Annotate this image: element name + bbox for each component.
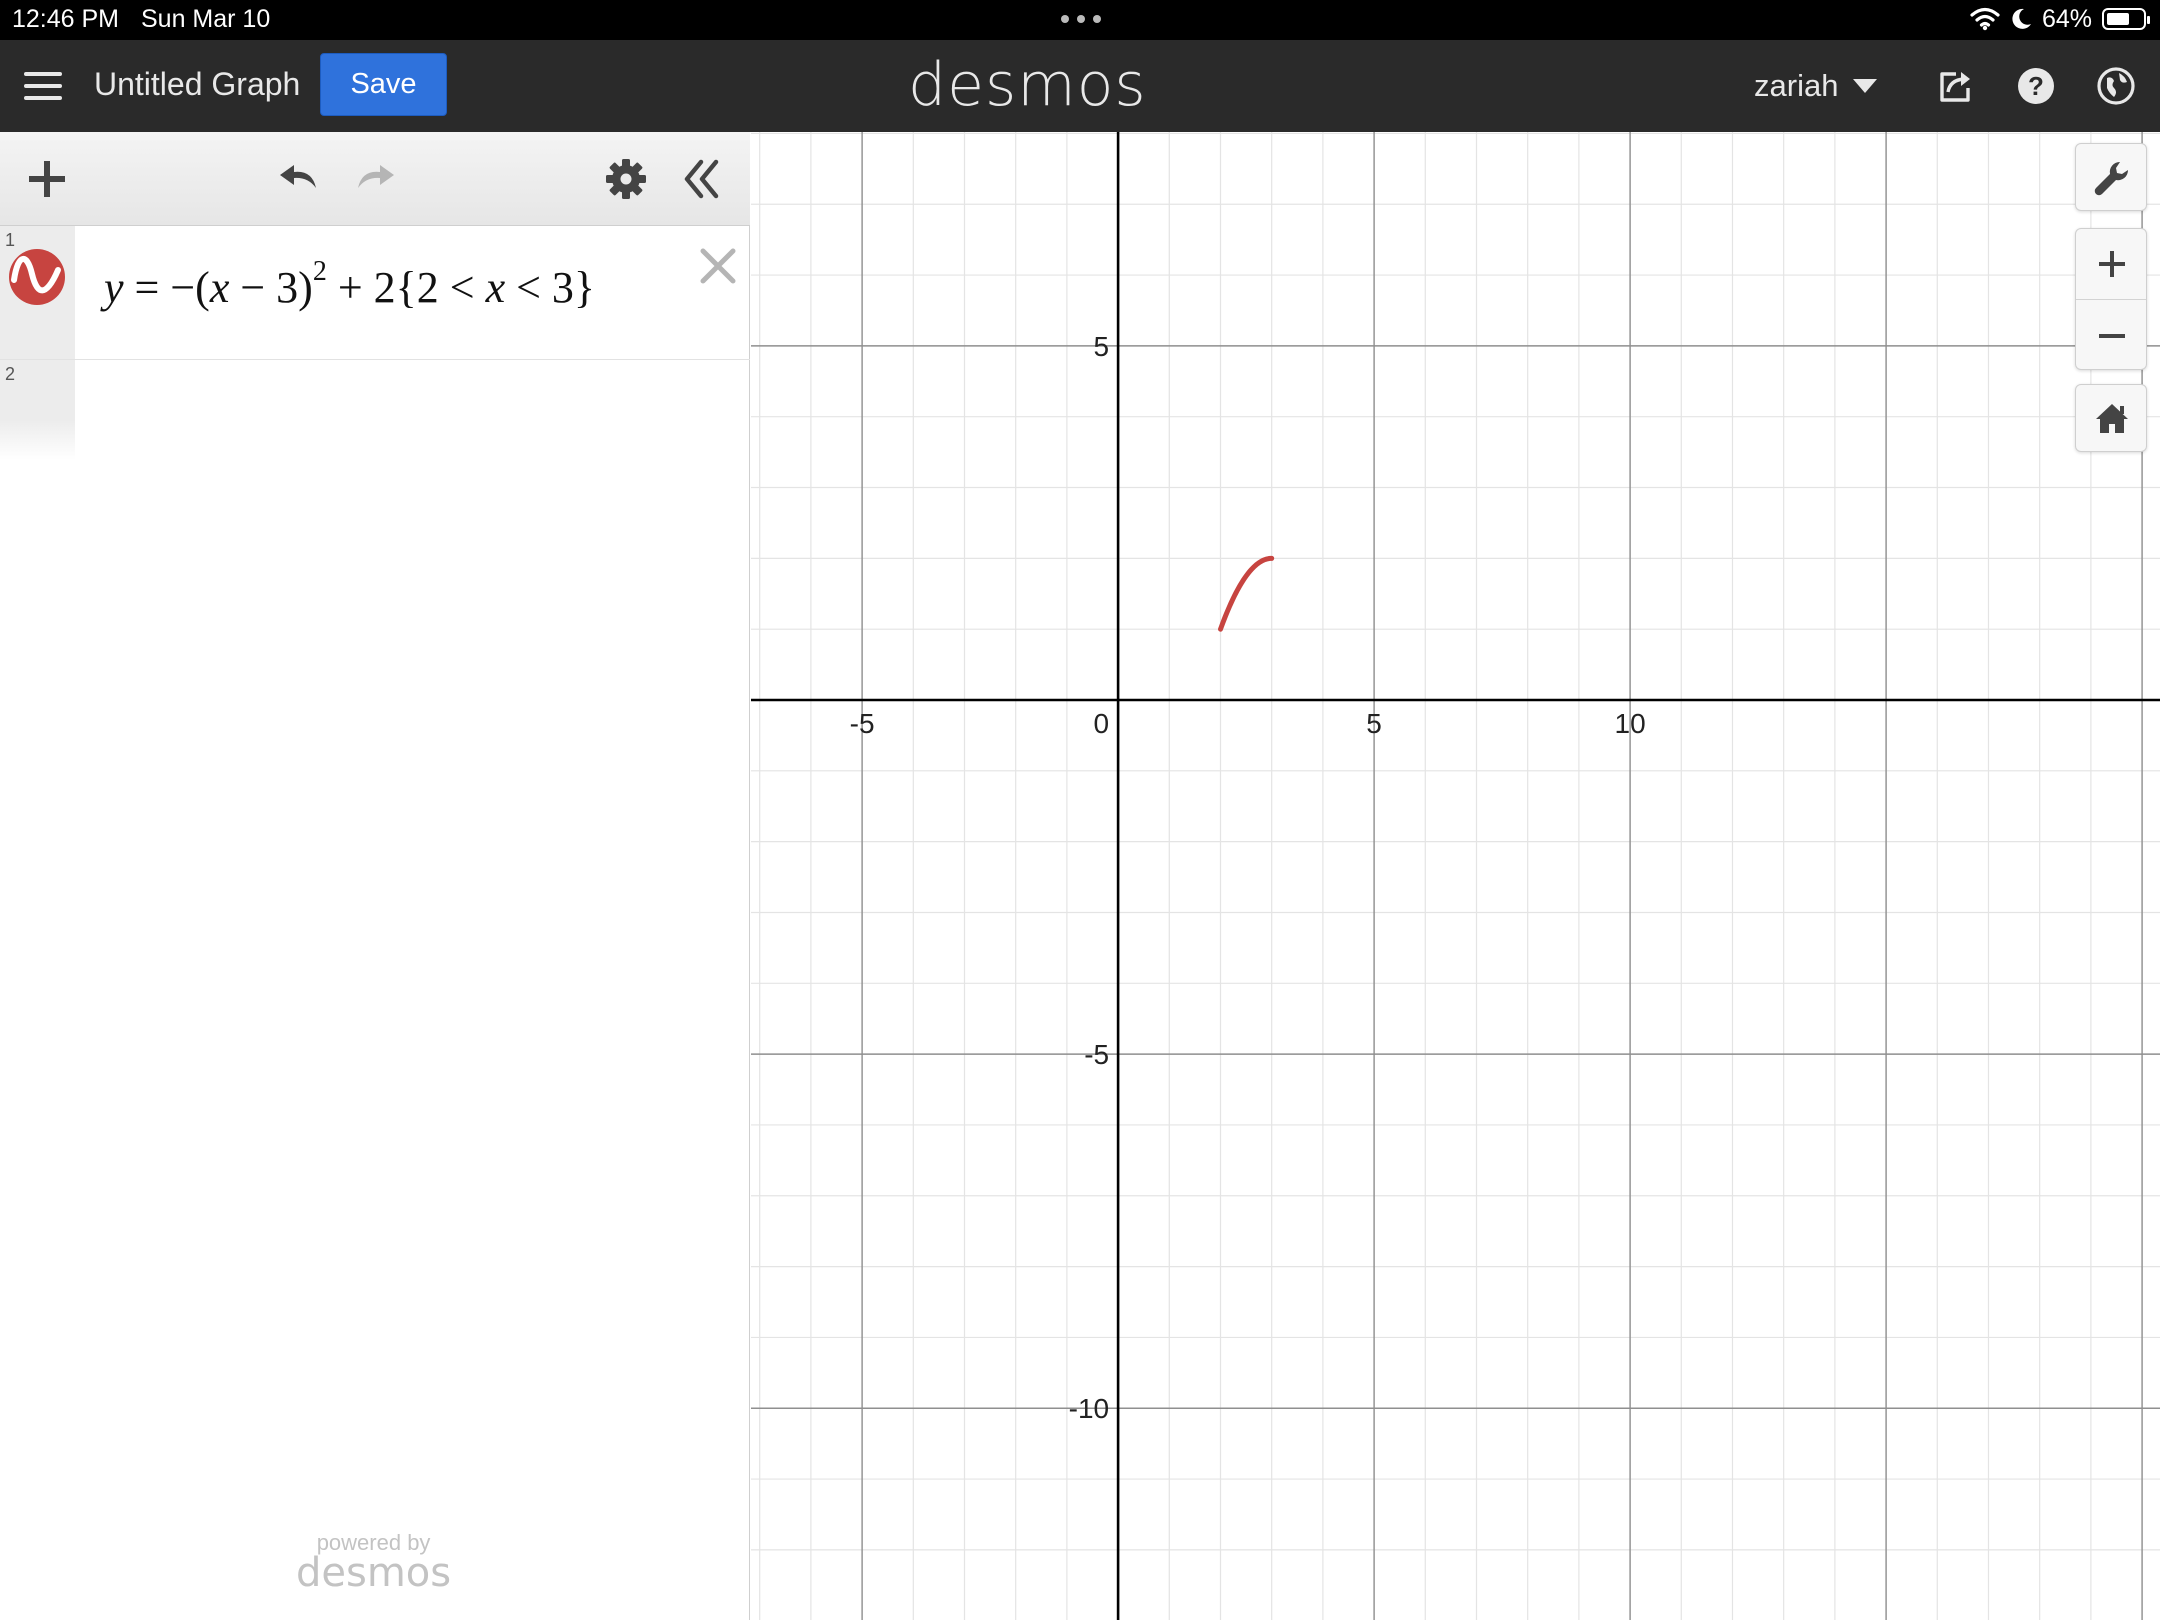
status-indicators: 64% <box>1970 4 2150 34</box>
battery-percent: 64% <box>2041 4 2092 33</box>
desmos-logo: desmos <box>908 50 1147 120</box>
status-date: Sun Mar 10 <box>141 5 271 33</box>
zoom-controls <box>2075 228 2147 370</box>
user-menu[interactable]: zariah <box>1754 68 1878 104</box>
multitasking-dots-icon[interactable] <box>1058 4 1104 34</box>
formula-x: x <box>209 263 230 312</box>
x-tick-label: 10 <box>1615 708 1646 739</box>
powered-by-desmos[interactable]: powered by desmos <box>296 1530 451 1596</box>
undo-icon[interactable] <box>272 152 326 206</box>
delete-expression-icon[interactable] <box>698 246 738 286</box>
status-bar: 12:46 PM Sun Mar 10 64% <box>0 0 2160 40</box>
formula-exponent: 2 <box>312 256 327 287</box>
formula-x: x <box>485 263 506 312</box>
x-tick-label: -5 <box>850 708 875 739</box>
expression-row[interactable]: 1 y = −(x − 3)2 + 2{2 < x < 3} <box>0 226 750 360</box>
globe-icon[interactable] <box>2094 64 2138 108</box>
zoom-out-icon[interactable] <box>2090 314 2134 358</box>
x-tick-label: 0 <box>1094 708 1110 739</box>
graph-title[interactable]: Untitled Graph <box>94 66 300 103</box>
expression-formula[interactable]: y = −(x − 3)2 + 2{2 < x < 3} <box>104 256 595 313</box>
y-tick-label: -10 <box>1069 1393 1109 1424</box>
help-icon[interactable]: ? <box>2014 64 2058 108</box>
share-icon[interactable] <box>1934 64 1978 108</box>
add-icon[interactable] <box>20 152 74 206</box>
do-not-disturb-moon-icon <box>2012 8 2031 29</box>
expression-index: 2 <box>5 364 16 384</box>
home-button[interactable] <box>2075 384 2147 452</box>
hamburger-menu-icon[interactable] <box>24 70 64 102</box>
powered-by-brand: desmos <box>296 1550 452 1596</box>
wrench-icon <box>2094 161 2129 196</box>
zoom-in-icon[interactable] <box>2090 242 2134 286</box>
y-tick-label: -5 <box>1084 1039 1109 1070</box>
status-time: 12:46 PM <box>12 5 120 33</box>
graph-settings-button[interactable] <box>2075 143 2147 211</box>
svg-text:?: ? <box>2028 71 2044 101</box>
graph-canvas[interactable]: -5 0 5 10 5 -5 -10 <box>751 132 2160 1620</box>
expression-toolbar <box>0 132 750 226</box>
username: zariah <box>1754 68 1839 103</box>
plotted-curve[interactable] <box>1218 555 1275 632</box>
curve-color-icon[interactable] <box>8 248 66 306</box>
expression-row-empty[interactable]: 2 <box>0 360 750 460</box>
expression-panel: 1 y = −(x − 3)2 + 2{2 < x < 3} 2 powered… <box>0 132 750 1620</box>
x-tick-label: 5 <box>1366 708 1382 739</box>
save-button[interactable]: Save <box>320 53 447 116</box>
formula-part: + 2{2 < <box>326 263 486 312</box>
y-tick-label: 5 <box>1094 331 1110 362</box>
app-header: Untitled Graph Save desmos zariah ? <box>0 40 2160 132</box>
formula-part: = −( <box>123 263 210 312</box>
battery-icon <box>2102 8 2150 30</box>
home-icon <box>2096 404 2128 433</box>
caret-down-icon <box>1853 79 1878 93</box>
redo-icon[interactable] <box>348 152 402 206</box>
formula-part: < 3} <box>505 263 596 312</box>
formula-part: − 3) <box>229 263 313 312</box>
formula-y: y <box>104 263 124 312</box>
wifi-icon <box>1970 7 2000 31</box>
graph-svg[interactable]: -5 0 5 10 5 -5 -10 <box>751 132 2160 1620</box>
settings-gear-icon[interactable] <box>599 152 653 206</box>
collapse-chevrons-icon[interactable] <box>675 152 729 206</box>
